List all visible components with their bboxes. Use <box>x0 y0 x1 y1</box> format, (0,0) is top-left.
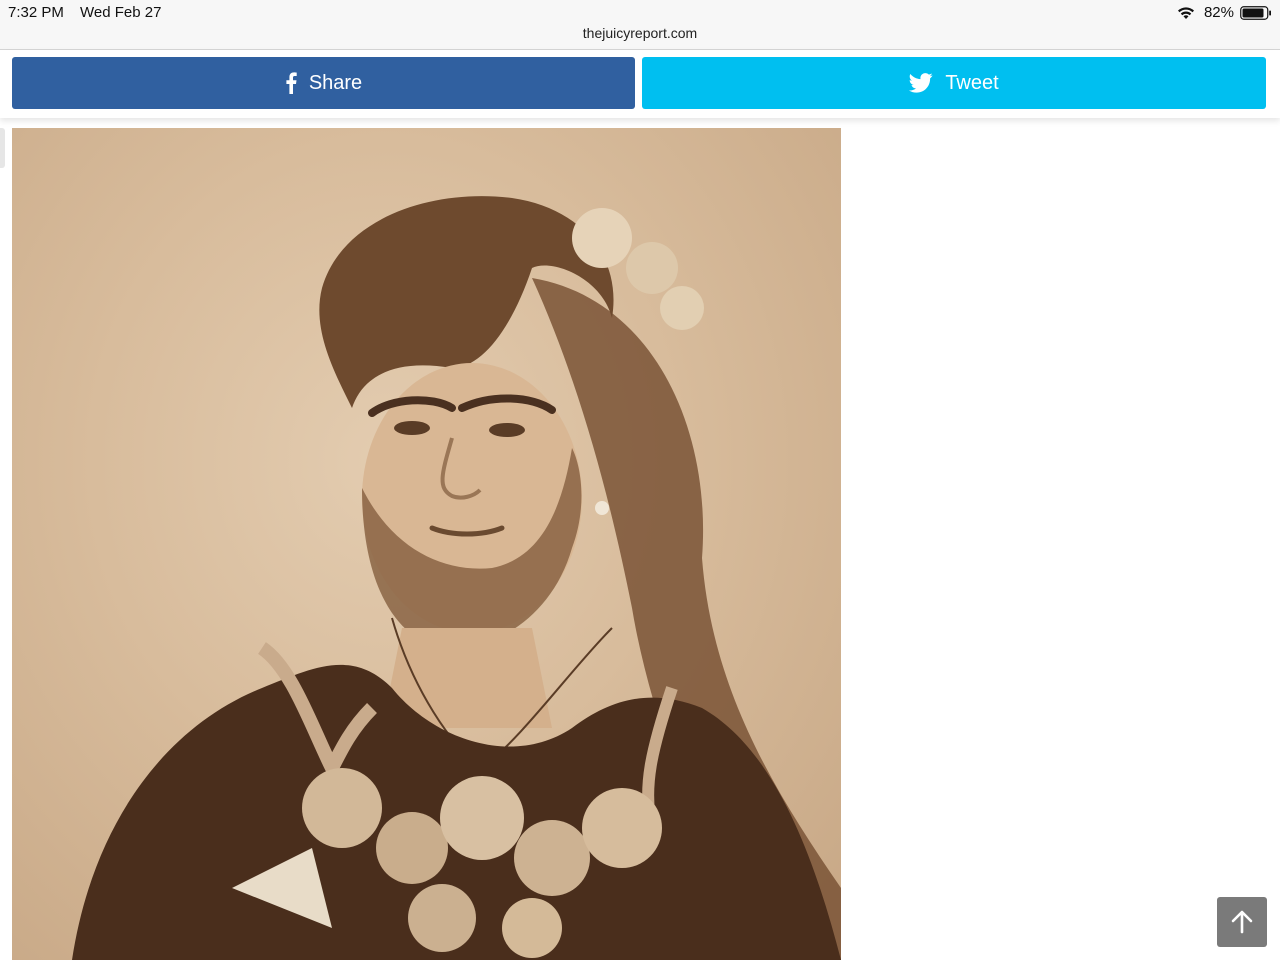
status-date: Wed Feb 27 <box>80 4 162 21</box>
scroll-to-top-button[interactable] <box>1217 897 1267 947</box>
facebook-share-button[interactable]: Share <box>12 57 635 109</box>
twitter-icon <box>909 73 933 93</box>
address-bar[interactable]: thejuicyreport.com <box>0 22 1280 50</box>
edge-tab[interactable] <box>0 128 5 168</box>
wifi-icon <box>1177 6 1194 19</box>
battery-percent: 82% <box>1203 4 1234 21</box>
share-bar: Share Tweet <box>0 50 1280 118</box>
article-photo <box>12 128 841 960</box>
facebook-share-label: Share <box>308 71 363 94</box>
twitter-tweet-label: Tweet <box>945 71 999 94</box>
battery-icon <box>1240 5 1271 20</box>
status-indicators: 82% <box>1176 4 1272 21</box>
status-time: 7:32 PM <box>8 4 64 21</box>
twitter-tweet-button[interactable]: Tweet <box>642 57 1266 109</box>
url-text: thejuicyreport.com <box>582 25 698 41</box>
facebook-icon <box>286 72 297 94</box>
portrait-illustration <box>72 196 841 960</box>
arrow-up-icon <box>1231 910 1253 934</box>
